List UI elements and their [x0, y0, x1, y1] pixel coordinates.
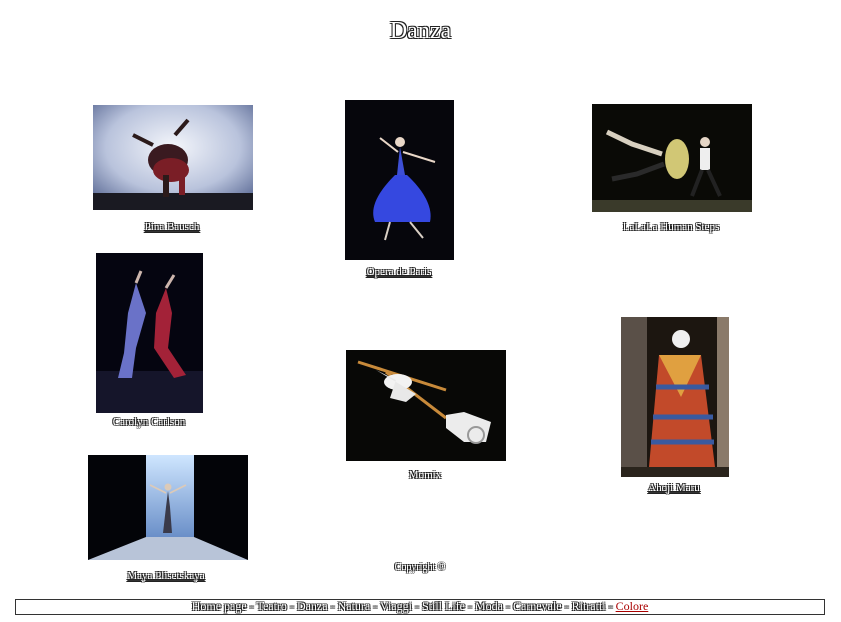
photo-carolyn-carlson-image [96, 253, 203, 413]
caption-opera-de-paris[interactable]: Opera de Paris [367, 266, 432, 278]
photo-momix[interactable] [346, 350, 506, 461]
page-title: Danza [389, 18, 452, 44]
caption-ahoji-maru[interactable]: Ahoji Maru [648, 482, 700, 494]
nav-link-natura[interactable]: Natura [338, 600, 371, 613]
nav-link-home-page[interactable]: Home page [192, 600, 247, 613]
nav-link-viaggi[interactable]: Viaggi [380, 600, 412, 613]
nav-link-carnevale[interactable]: Carnevale [513, 600, 562, 613]
photo-maya-plisetskaya-image [88, 455, 248, 560]
nav-separator: - [370, 599, 381, 613]
photo-opera-de-paris-image [345, 100, 454, 260]
caption-lalala-human-steps: LaLaLa Human Steps [622, 221, 720, 233]
photo-carolyn-carlson[interactable] [96, 253, 203, 413]
photo-momix-image [346, 350, 506, 461]
caption-momix: Momix [408, 469, 442, 481]
footer-nav: Home page - Teatro - Danza - Natura - Vi… [15, 599, 825, 615]
photo-pina-bausch[interactable] [93, 105, 253, 210]
caption-maya-plisetskaya[interactable]: Maya Plisetskaya [127, 570, 204, 582]
photo-ahoji-maru-image [621, 317, 729, 477]
nav-link-moda[interactable]: Moda [475, 600, 503, 613]
nav-separator: - [502, 599, 513, 613]
nav-separator: - [561, 599, 572, 613]
photo-opera-de-paris[interactable] [345, 100, 454, 260]
nav-separator: - [411, 599, 422, 613]
nav-link-ritratti[interactable]: Ritratti [572, 600, 606, 613]
nav-separator: - [246, 599, 257, 613]
photo-lalala-human-steps[interactable] [592, 104, 752, 212]
photo-pina-bausch-image [93, 105, 253, 210]
nav-link-teatro[interactable]: Teatro [256, 600, 286, 613]
nav-link-danza[interactable]: Danza [297, 600, 328, 613]
photo-ahoji-maru[interactable] [621, 317, 729, 477]
caption-carolyn-carlson: Carolyn Carlson [112, 416, 186, 428]
nav-link-colore[interactable]: Colore [616, 600, 649, 613]
caption-pina-bausch[interactable]: Pina Bausch [145, 221, 200, 233]
nav-link-still-life[interactable]: Still Life [422, 600, 465, 613]
nav-separator: - [464, 599, 475, 613]
photo-lalala-human-steps-image [592, 104, 752, 212]
photo-maya-plisetskaya[interactable] [88, 455, 248, 560]
nav-separator: - [327, 599, 338, 613]
copyright-text: Copyright © [394, 562, 446, 573]
nav-separator: - [286, 599, 297, 613]
nav-separator: - [605, 599, 616, 613]
